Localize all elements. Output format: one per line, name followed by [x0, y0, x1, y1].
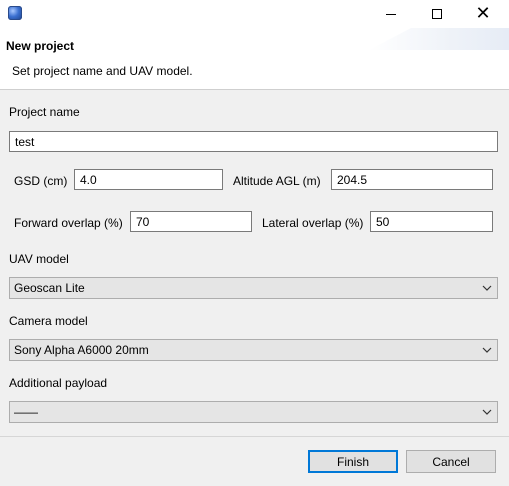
maximize-button[interactable] [414, 0, 460, 28]
forward-overlap-label: Forward overlap (%) [14, 216, 123, 230]
minimize-icon [386, 13, 396, 15]
header-decoration [369, 28, 509, 50]
lateral-overlap-input[interactable] [370, 211, 493, 232]
additional-payload-value: —— [14, 405, 38, 419]
additional-payload-label: Additional payload [9, 376, 108, 390]
title-bar: ✕ [0, 0, 509, 28]
app-globe-icon [8, 6, 22, 20]
uav-model-label: UAV model [9, 252, 69, 266]
footer-separator [0, 436, 509, 437]
close-button[interactable]: ✕ [460, 0, 506, 28]
minimize-button[interactable] [368, 0, 414, 28]
forward-overlap-input[interactable] [130, 211, 252, 232]
altitude-input[interactable] [331, 169, 493, 190]
gsd-label: GSD (cm) [14, 174, 68, 188]
camera-model-label: Camera model [9, 314, 88, 328]
additional-payload-dropdown[interactable]: —— [9, 401, 498, 423]
camera-model-value: Sony Alpha A6000 20mm [14, 343, 149, 357]
chevron-down-icon [481, 406, 493, 418]
camera-model-dropdown[interactable]: Sony Alpha A6000 20mm [9, 339, 498, 361]
maximize-icon [432, 9, 442, 19]
project-name-label: Project name [9, 105, 80, 119]
uav-model-dropdown[interactable]: Geoscan Lite [9, 277, 498, 299]
chevron-down-icon [481, 282, 493, 294]
project-name-input[interactable] [9, 131, 498, 152]
wizard-header: New project Set project name and UAV mod… [0, 28, 509, 90]
page-description: Set project name and UAV model. [12, 64, 193, 78]
gsd-input[interactable] [74, 169, 223, 190]
cancel-button[interactable]: Cancel [406, 450, 496, 473]
lateral-overlap-label: Lateral overlap (%) [262, 216, 364, 230]
page-title: New project [6, 39, 75, 53]
finish-button[interactable]: Finish [308, 450, 398, 473]
uav-model-value: Geoscan Lite [14, 281, 85, 295]
chevron-down-icon [481, 344, 493, 356]
altitude-label: Altitude AGL (m) [233, 174, 321, 188]
close-icon: ✕ [475, 3, 491, 24]
